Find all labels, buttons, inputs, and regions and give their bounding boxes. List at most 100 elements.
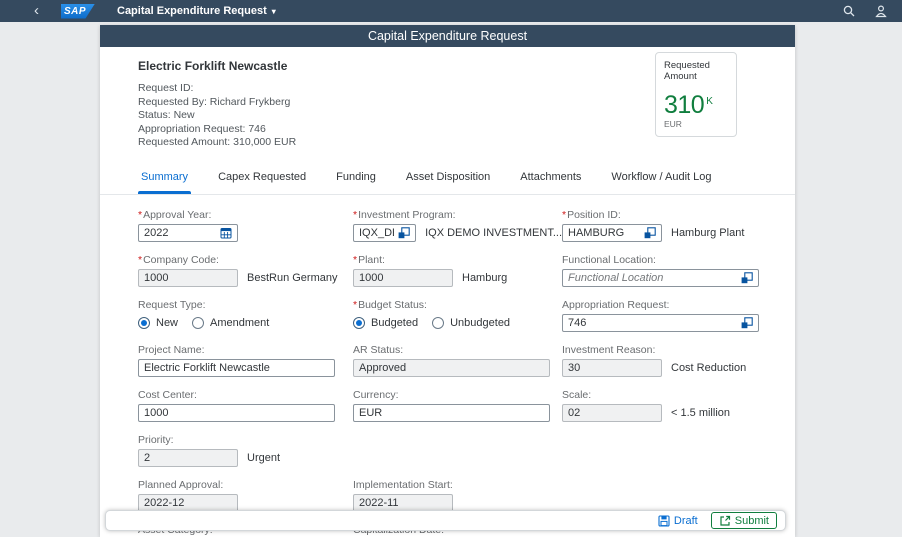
position-id-input[interactable] <box>568 226 640 239</box>
value-help-icon[interactable] <box>741 272 753 284</box>
field-plant: *Plant: Hamburg <box>353 254 562 287</box>
field-project-name: Project Name: <box>138 344 353 377</box>
submit-button[interactable]: Submit <box>710 512 777 529</box>
priority-input <box>144 451 232 464</box>
radio-icon <box>432 316 445 329</box>
field-appropriation-request: Appropriation Request: <box>562 299 759 332</box>
save-icon <box>658 514 670 527</box>
value-help-icon[interactable] <box>398 227 410 239</box>
submit-button-label: Submit <box>734 514 769 527</box>
priority-description: Urgent <box>247 451 281 464</box>
radio-icon <box>353 316 365 329</box>
tab-asset-disposition[interactable]: Asset Disposition <box>391 169 505 194</box>
field-ar-status: AR Status: <box>353 344 562 377</box>
investment-reason-description: Cost Reduction <box>671 361 747 374</box>
approval-year-input[interactable] <box>144 226 216 239</box>
scale-description: < 1.5 million <box>671 406 731 419</box>
field-label: Position ID: <box>567 208 621 221</box>
kpi-unit: EUR <box>664 119 682 129</box>
field-label: Scale: <box>562 388 592 401</box>
field-label: Approval Year: <box>143 208 212 221</box>
field-request-type: Request Type: New Amendment <box>138 299 353 332</box>
radio-icon <box>138 316 150 329</box>
required-marker: * <box>353 298 358 311</box>
radio-icon <box>192 316 205 329</box>
field-currency: Currency: <box>353 389 562 422</box>
project-name-input[interactable] <box>144 361 329 374</box>
field-label: Planned Approval: <box>138 478 224 491</box>
back-icon[interactable]: ‹ <box>34 3 39 18</box>
plant-description: Hamburg <box>462 271 508 284</box>
field-label: Request Type: <box>138 298 206 311</box>
investment-reason-input <box>568 361 656 374</box>
chevron-down-icon: ▾ <box>271 6 276 16</box>
required-marker: * <box>353 253 358 266</box>
field-label: Currency: <box>353 388 399 401</box>
field-implementation-start: Implementation Start: <box>353 479 759 512</box>
investment-program-description: IQX DEMO INVESTMENT... <box>425 226 562 239</box>
appropriation-request-input[interactable] <box>568 316 737 329</box>
field-label: AR Status: <box>353 343 404 356</box>
tab-summary[interactable]: Summary <box>126 169 203 194</box>
required-marker: * <box>562 208 567 221</box>
tab-attachments[interactable]: Attachments <box>505 169 596 194</box>
page-title-bar: Capital Expenditure Request <box>100 25 795 47</box>
planned-approval-input <box>144 496 232 509</box>
position-id-description: Hamburg Plant <box>671 226 745 239</box>
field-label: Cost Center: <box>138 388 197 401</box>
draft-button-label: Draft <box>673 514 698 527</box>
request-type-radio-new[interactable]: New <box>138 316 178 329</box>
field-scale: Scale: < 1.5 million <box>562 389 759 422</box>
budget-status-radio-budgeted[interactable]: Budgeted <box>353 316 418 329</box>
field-label: Implementation Start: <box>353 478 453 491</box>
field-label: Project Name: <box>138 343 205 356</box>
sap-logo-text: SAP <box>64 5 87 17</box>
required-marker: * <box>353 208 358 221</box>
kpi-scale: K <box>706 96 713 107</box>
tab-funding[interactable]: Funding <box>321 169 391 194</box>
field-priority: Priority: Urgent <box>138 434 759 467</box>
kpi-value: 310 <box>664 91 705 119</box>
field-investment-reason: Investment Reason: Cost Reduction <box>562 344 759 377</box>
field-budget-status: *Budget Status: Budgeted Unbudgeted <box>353 299 562 332</box>
attr-requested-amount: Requested Amount: 310,000 EUR <box>138 136 297 149</box>
sap-logo[interactable]: SAP <box>61 3 95 19</box>
field-cost-center: Cost Center: <box>138 389 353 422</box>
tab-workflow-audit-log[interactable]: Workflow / Audit Log <box>596 169 726 194</box>
required-marker: * <box>138 208 143 221</box>
implementation-start-input <box>359 496 447 509</box>
tab-bar: Summary Capex Requested Funding Asset Di… <box>100 169 795 195</box>
draft-button[interactable]: Draft <box>658 515 698 527</box>
app-title-menu[interactable]: Capital Expenditure Request ▾ <box>117 5 276 17</box>
object-header: Electric Forklift Newcastle Request ID: … <box>100 47 795 150</box>
plant-input <box>359 271 447 284</box>
page-title: Capital Expenditure Request <box>367 29 528 43</box>
field-label: Company Code: <box>143 253 219 266</box>
tab-capex-requested[interactable]: Capex Requested <box>203 169 321 194</box>
summary-form: *Approval Year: *Investment Program: <box>100 195 795 537</box>
shell-bar: ‹ SAP Capital Expenditure Request ▾ <box>0 0 902 22</box>
user-profile-icon[interactable] <box>874 4 888 18</box>
search-icon[interactable] <box>842 4 856 18</box>
cost-center-input[interactable] <box>144 406 329 419</box>
field-position-id: *Position ID: Hamburg Plant <box>562 209 759 242</box>
scale-input <box>568 406 656 419</box>
field-label: Functional Location: <box>562 253 656 266</box>
field-label: Priority: <box>138 433 174 446</box>
value-help-icon[interactable] <box>644 227 656 239</box>
requested-amount-kpi-card[interactable]: Requested Amount 310 K EUR <box>655 52 737 137</box>
required-marker: * <box>138 253 143 266</box>
request-type-radio-amendment[interactable]: Amendment <box>192 316 269 329</box>
field-planned-approval: Planned Approval: <box>138 479 353 512</box>
calendar-icon[interactable] <box>220 227 232 239</box>
functional-location-input[interactable] <box>568 271 737 284</box>
field-label: Appropriation Request: <box>562 298 670 311</box>
budget-status-radio-unbudgeted[interactable]: Unbudgeted <box>432 316 510 329</box>
value-help-icon[interactable] <box>741 317 753 329</box>
field-functional-location: Functional Location: <box>562 254 759 287</box>
field-label: Investment Program: <box>358 208 456 221</box>
currency-input[interactable] <box>359 406 544 419</box>
investment-program-input[interactable] <box>359 226 395 239</box>
content-area: Capital Expenditure Request Electric For… <box>100 25 795 537</box>
field-label: Plant: <box>358 253 385 266</box>
